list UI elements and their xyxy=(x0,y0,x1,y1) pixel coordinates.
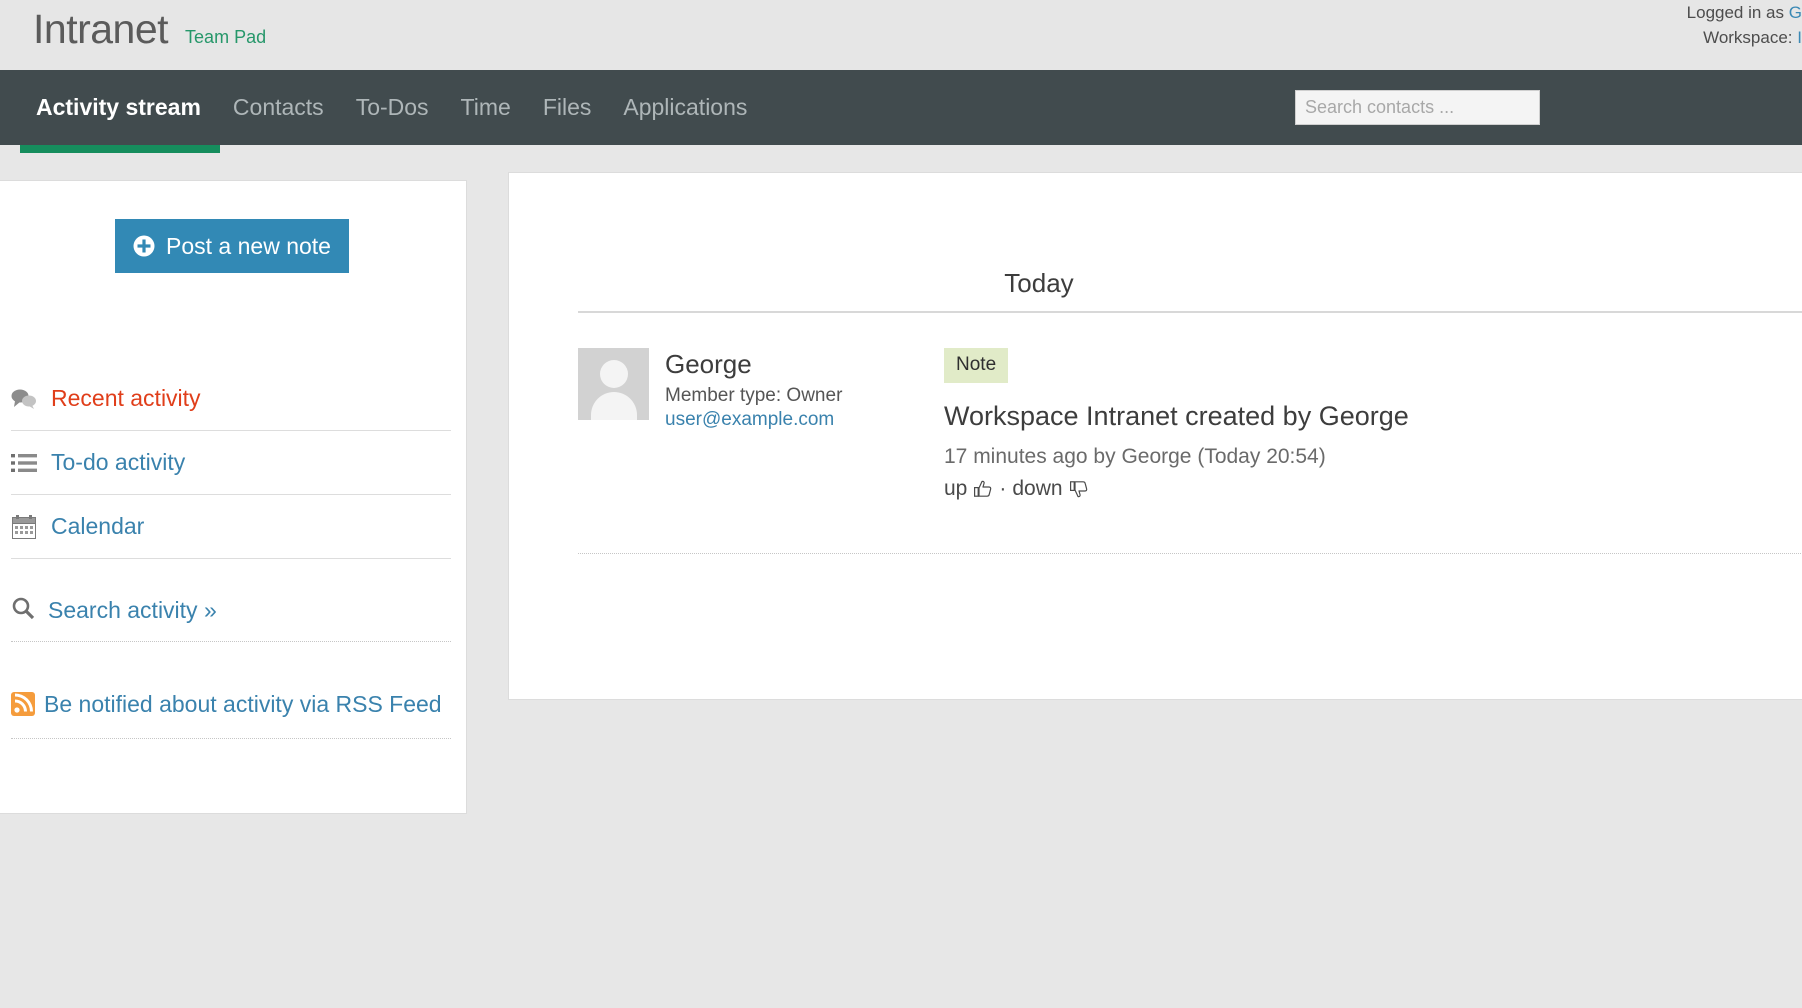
avatar-body-shape xyxy=(591,392,637,420)
workspace-label: Workspace: xyxy=(1703,28,1792,47)
top-header: Intranet Team Pad Logged in as G Workspa… xyxy=(0,0,1802,70)
active-tab-indicator xyxy=(20,145,220,153)
sidebar-item-rss-feed[interactable]: Be notified about activity via RSS Feed xyxy=(11,687,451,739)
workspace-link[interactable]: I xyxy=(1797,28,1802,47)
nav-item-contacts[interactable]: Contacts xyxy=(217,70,340,145)
calendar-icon xyxy=(11,514,37,540)
entry-title[interactable]: Workspace Intranet created by George xyxy=(944,400,1802,432)
avatar xyxy=(578,348,649,420)
status-badge: Note xyxy=(944,348,1008,383)
sidebar-item-search-activity-label: Search activity » xyxy=(48,597,217,624)
sidebar-item-recent-activity-label: Recent activity xyxy=(51,385,201,412)
entry-divider xyxy=(578,553,1802,554)
brand-subtitle: Team Pad xyxy=(185,27,266,48)
comments-icon xyxy=(11,386,37,412)
search-icon xyxy=(11,596,35,625)
plus-circle-icon xyxy=(133,235,155,257)
search-contacts-wrap xyxy=(1295,90,1540,125)
avatar-head-shape xyxy=(600,360,628,388)
login-status: Logged in as G Workspace: I xyxy=(1382,0,1802,50)
nav-item-list: Activity stream Contacts To-Dos Time Fil… xyxy=(20,70,763,145)
thumbs-up-icon[interactable] xyxy=(973,479,993,499)
nav-item-time[interactable]: Time xyxy=(445,70,527,145)
brand-title: Intranet xyxy=(33,6,168,53)
entry-author: George Member type: Owner user@example.c… xyxy=(578,348,878,431)
nav-item-files[interactable]: Files xyxy=(527,70,608,145)
author-name: George xyxy=(665,349,842,380)
nav-item-activity-stream[interactable]: Activity stream xyxy=(20,70,217,145)
nav-item-applications[interactable]: Applications xyxy=(607,70,763,145)
vote-up-link[interactable]: up xyxy=(944,477,967,501)
search-contacts-input[interactable] xyxy=(1295,90,1540,125)
day-heading: Today xyxy=(509,268,1569,299)
left-sidebar: Post a new note Recent activity xyxy=(0,180,467,814)
entry-body: Note Workspace Intranet created by Georg… xyxy=(944,348,1802,501)
sidebar-item-todo-activity-label: To-do activity xyxy=(51,449,185,476)
sidebar-item-recent-activity[interactable]: Recent activity xyxy=(11,367,451,431)
logged-in-user-link[interactable]: G xyxy=(1789,3,1802,22)
sidebar-item-calendar[interactable]: Calendar xyxy=(11,495,451,559)
vote-down-link[interactable]: down xyxy=(1012,477,1062,501)
logged-in-row: Logged in as G xyxy=(1382,1,1802,26)
workspace-row: Workspace: I xyxy=(1382,26,1802,51)
list-icon xyxy=(11,450,37,476)
post-new-note-button[interactable]: Post a new note xyxy=(115,219,349,273)
sidebar-item-todo-activity[interactable]: To-do activity xyxy=(11,431,451,495)
sidebar-item-search-activity[interactable]: Search activity » xyxy=(11,596,451,642)
author-member-type: Member type: Owner xyxy=(665,385,842,407)
post-new-note-label: Post a new note xyxy=(166,233,331,260)
vote-separator: · xyxy=(999,477,1006,501)
activity-stream-panel: Today George Member type: Owner user@exa… xyxy=(508,172,1802,700)
entry-vote-row: up · down xyxy=(944,477,1802,501)
rss-icon xyxy=(11,691,35,715)
sidebar-nav-list: Recent activity To-do activity xyxy=(11,367,451,559)
author-email-link[interactable]: user@example.com xyxy=(665,409,842,431)
day-heading-divider xyxy=(578,311,1802,313)
sidebar-item-calendar-label: Calendar xyxy=(51,513,144,540)
sidebar-item-rss-feed-label: Be notified about activity via RSS Feed xyxy=(44,691,442,717)
author-meta: George Member type: Owner user@example.c… xyxy=(665,348,842,431)
logged-in-label: Logged in as xyxy=(1687,3,1784,22)
thumbs-down-icon[interactable] xyxy=(1069,479,1089,499)
entry-timestamp: 17 minutes ago by George (Today 20:54) xyxy=(944,445,1802,469)
brand: Intranet Team Pad xyxy=(33,6,266,53)
nav-item-to-dos[interactable]: To-Dos xyxy=(340,70,445,145)
